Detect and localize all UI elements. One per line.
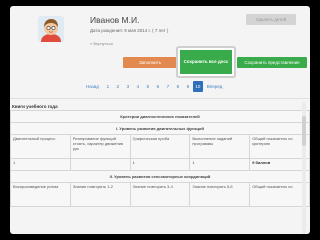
save-all-button[interactable]: Сохранить все доcc bbox=[178, 48, 234, 76]
section-label: Книги учебного года bbox=[12, 104, 58, 109]
table-header-cell: Двигательный процесс bbox=[10, 134, 71, 159]
pagination-prev[interactable]: Назад bbox=[82, 81, 103, 92]
child-avatar-icon bbox=[38, 16, 64, 42]
table-header-cell: Знание повторять 5-6 bbox=[189, 182, 251, 207]
table-title: Критерии диагностических показателей bbox=[10, 110, 310, 123]
table-cell[interactable]: 1 bbox=[189, 158, 251, 171]
table-header-cell: Реагирование функций стоять, характер дв… bbox=[69, 134, 131, 159]
pagination: Назад 1 2 3 4 5 6 7 8 9 10 Вперед bbox=[82, 79, 226, 93]
delete-children-button[interactable]: Удалить детей bbox=[246, 14, 296, 25]
table-cell-total: 9 баллов bbox=[249, 158, 310, 171]
child-name: Иванов М.И. bbox=[90, 15, 140, 25]
pagination-page[interactable]: 7 bbox=[163, 81, 173, 92]
pagination-page[interactable]: 9 bbox=[183, 81, 193, 92]
pagination-page[interactable]: 6 bbox=[153, 81, 163, 92]
table-header-cell: Воспроизведение ритма bbox=[10, 182, 71, 207]
table-row: Воспроизведение ритма Знание повторять 1… bbox=[10, 182, 310, 207]
table-cell[interactable] bbox=[69, 158, 131, 171]
pagination-page[interactable]: 1 bbox=[103, 81, 113, 92]
table-cell[interactable]: 1 bbox=[10, 158, 71, 171]
birth-date: Дата рождения: 9 мая 2014 г. ( 7 лет ) bbox=[90, 28, 169, 33]
save-representation-button[interactable]: Сохранить представление bbox=[237, 57, 307, 68]
table-header-cell: Общий показатель по критерию bbox=[249, 134, 310, 159]
scrollbar-thumb[interactable] bbox=[302, 116, 306, 146]
back-link[interactable]: « Вернуться bbox=[90, 41, 113, 46]
table-header-cell: Графическая проба bbox=[129, 134, 191, 159]
table-group-title: II. Уровень развития сенсомоторных коорд… bbox=[10, 170, 310, 183]
pagination-page[interactable]: 3 bbox=[123, 81, 133, 92]
table-header-cell: Выполнение заданий программы bbox=[189, 134, 251, 159]
pagination-page[interactable]: 4 bbox=[133, 81, 143, 92]
table-cell[interactable]: 1 bbox=[129, 158, 191, 171]
table-row: 1 1 1 9 баллов bbox=[10, 158, 310, 171]
table-group-title: I. Уровень развития двигательных функций bbox=[10, 122, 310, 135]
pagination-page[interactable]: 8 bbox=[173, 81, 183, 92]
child-card-page: Иванов М.И. Дата рождения: 9 мая 2014 г.… bbox=[10, 6, 310, 234]
pagination-page[interactable]: 5 bbox=[143, 81, 153, 92]
fill-button[interactable]: Заполнить bbox=[123, 57, 177, 68]
table-header-cell: Знание повторять 1-2 bbox=[69, 182, 131, 207]
table-header-cell: Общий показатель по bbox=[249, 182, 310, 207]
divider bbox=[10, 98, 310, 99]
pagination-page[interactable]: 2 bbox=[113, 81, 123, 92]
pagination-next[interactable]: Вперед bbox=[203, 81, 226, 92]
pagination-page-active[interactable]: 10 bbox=[192, 80, 203, 92]
table-header-cell: Знание повторять 3-4 bbox=[129, 182, 191, 207]
diagnostics-table: Критерии диагностических показателей I. … bbox=[10, 110, 310, 207]
screen: Иванов М.И. Дата рождения: 9 мая 2014 г.… bbox=[0, 0, 320, 240]
table-row: Двигательный процесс Реагирование функци… bbox=[10, 134, 310, 159]
vertical-scrollbar[interactable] bbox=[302, 102, 306, 234]
